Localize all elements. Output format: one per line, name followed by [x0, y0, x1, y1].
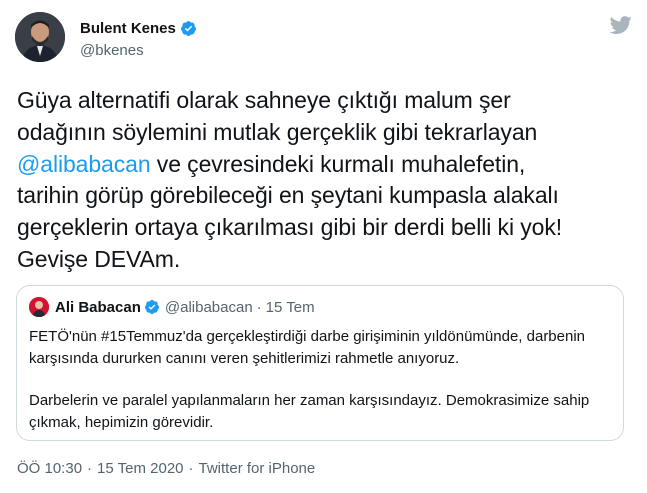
author-avatar[interactable] — [15, 12, 65, 62]
author-name[interactable]: Bulent Kenes — [80, 20, 176, 37]
tweet-text-line: @alibabacan ve çevresindeki kurmalı muha… — [17, 149, 632, 181]
tweet-date[interactable]: 15 Tem 2020 — [97, 460, 183, 477]
twitter-bird-icon[interactable] — [610, 14, 632, 36]
quoted-text-line: Darbelerin ve paralel yapılanmaların her… — [29, 392, 590, 409]
quoted-paragraph: Darbelerin ve paralel yapılanmaların her… — [29, 390, 619, 433]
tweet-card: Bulent Kenes @bkenes Güya alternatifi ol… — [0, 0, 647, 493]
verified-badge-icon — [180, 20, 196, 36]
tweet-text-line: Gevişe DEVAm. — [17, 245, 181, 272]
quoted-text-line: çıkmak, hepimizin görevidir. — [29, 413, 214, 431]
quoted-paragraph: FETÖ'nün #15Temmuz'da gerçekleştirdiği d… — [29, 326, 619, 369]
quoted-tweet[interactable]: Ali Babacan @alibabacan · 15 Tem FETÖ'nü… — [16, 285, 624, 441]
quoted-tweet-text: FETÖ'nün #15Temmuz'da gerçekleştirdiği d… — [29, 326, 619, 433]
tweet-text-line: Güya alternatifi olarak sahneye çıktığı … — [17, 87, 511, 113]
tweet-text-line: tarihin görüp görebileceği en şeytani ku… — [17, 182, 559, 209]
quoted-author-name[interactable]: Ali Babacan — [55, 299, 141, 316]
quoted-text-line: FETÖ'nün #15Temmuz'da gerçekleştirdiği d… — [29, 328, 586, 345]
tweet-source[interactable]: Twitter for iPhone — [199, 460, 316, 477]
quoted-text-line: karşısında dururken canını veren şehitle… — [29, 349, 460, 367]
author-handle[interactable]: @bkenes — [80, 42, 197, 59]
quoted-tweet-date[interactable]: 15 Tem — [266, 299, 315, 316]
mention-link[interactable]: @alibabacan — [17, 151, 151, 177]
tweet-text-line: odağının söylemini mutlak gerçeklik gibi… — [17, 118, 538, 145]
tweet-metadata: ÖÖ 10:30 · 15 Tem 2020 · Twitter for iPh… — [17, 460, 315, 477]
tweet-header: Bulent Kenes @bkenes — [15, 12, 632, 64]
quoted-tweet-header: Ali Babacan @alibabacan · 15 Tem — [29, 297, 315, 317]
tweet-text: Güya alternatifi olarak sahneye çıktığı … — [17, 85, 632, 276]
author-info: Bulent Kenes @bkenes — [80, 18, 197, 59]
tweet-text-fragment: ve çevresindeki kurmalı muhalefetin, — [150, 150, 526, 177]
quoted-author-avatar[interactable] — [29, 297, 49, 317]
verified-badge-icon — [144, 300, 159, 314]
separator-dot: · — [256, 298, 262, 316]
separator-dot: · — [188, 460, 194, 477]
separator-dot: · — [87, 460, 93, 477]
tweet-time[interactable]: ÖÖ 10:30 — [17, 460, 82, 477]
quoted-author-handle[interactable]: @alibabacan — [165, 299, 253, 316]
tweet-text-line: gerçeklerin ortaya çıkarılması gibi bir … — [17, 214, 563, 241]
